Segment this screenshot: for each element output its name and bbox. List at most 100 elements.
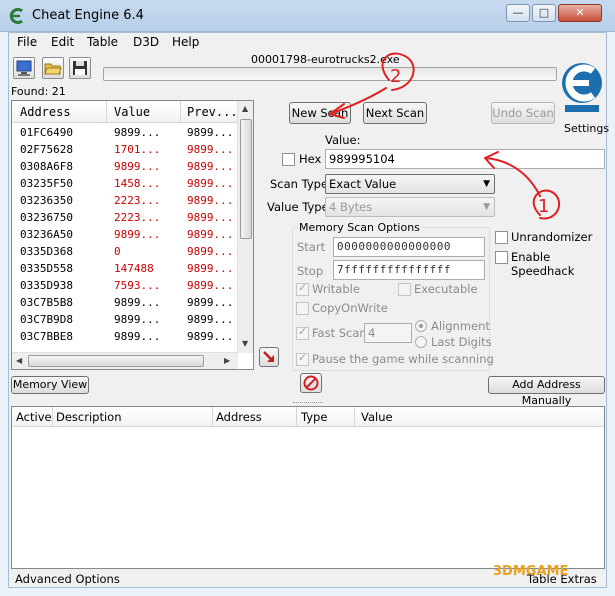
result-row[interactable]: 03236350 2223... 9899... [12,193,238,210]
result-value: 9899... [114,330,161,343]
undo-scan-button[interactable]: Undo Scan [491,102,555,124]
address-list[interactable]: Active Description Address Type Value [11,406,605,569]
add-to-list-button[interactable] [259,347,279,367]
executable-label: Executable [414,282,478,296]
result-address: 03C7B5B8 [20,296,73,309]
value-type-select[interactable]: 4 Bytes ▼ [325,197,495,217]
column-type[interactable]: Type [301,410,327,424]
result-value: 7593... [114,279,161,292]
maximize-button[interactable]: □ [532,4,556,22]
result-address: 0335D558 [20,262,73,275]
scroll-thumb[interactable] [240,119,252,239]
title-bar[interactable]: Cheat Engine 6.4 — □ ✕ [0,0,615,32]
result-value: 1701... [114,143,161,156]
advanced-options-link[interactable]: Advanced Options [15,572,120,586]
value-type-label: Value Type [267,200,329,214]
result-row[interactable]: 01FC6490 9899... 9899... [12,125,238,142]
scan-type-select[interactable]: Exact Value ▼ [325,174,495,194]
fast-scan-alignment-input[interactable]: 4 [364,323,412,343]
copy-on-write-checkbox[interactable] [296,302,309,315]
scroll-up-icon[interactable]: ▲ [242,104,248,113]
menu-table[interactable]: Table [87,35,118,49]
result-row[interactable]: 03C7BBE8 9899... 9899... [12,329,238,346]
column-description[interactable]: Description [56,410,122,424]
speedhack-checkbox[interactable] [495,251,508,264]
stop-icon [303,375,319,391]
result-previous: 9899... [187,160,234,173]
scroll-left-icon[interactable]: ◀ [16,356,22,365]
scroll-right-icon[interactable]: ▶ [224,356,230,365]
chevron-down-icon: ▼ [483,202,490,212]
result-previous: 9899... [187,279,234,292]
result-previous: 9899... [187,330,234,343]
result-address: 03C7BBE8 [20,330,73,343]
close-button[interactable]: ✕ [558,4,602,22]
cheat-engine-logo[interactable] [557,55,607,115]
result-row[interactable]: 03235F50 1458... 9899... [12,176,238,193]
scan-results-list[interactable]: Address Value Prev... 01FC6490 9899... 989… [11,100,254,370]
scan-type-value: Exact Value [329,177,397,191]
results-horizontal-scrollbar[interactable]: ◀ ▶ [12,352,238,369]
menu-edit[interactable]: Edit [51,35,74,49]
fast-scan-checkbox[interactable] [296,325,309,340]
column-value[interactable]: Value [114,105,150,119]
minimize-button[interactable]: — [506,4,530,22]
column-active[interactable]: Active [16,410,52,424]
hex-checkbox[interactable] [282,153,295,166]
select-process-button[interactable] [13,57,35,79]
value-label: Value: [325,133,361,147]
unrandomizer-checkbox[interactable] [495,231,508,244]
scan-value-input[interactable]: 989995104 [325,149,605,169]
alignment-radio[interactable] [415,320,427,332]
chevron-down-icon: ▼ [483,179,490,189]
result-address: 03C7B9D8 [20,313,73,326]
result-row[interactable]: 0335D368 0 9899... [12,244,238,261]
save-button[interactable] [69,57,91,79]
writable-checkbox[interactable] [296,281,309,296]
executable-checkbox[interactable] [398,283,411,296]
result-row[interactable]: 0308A6F8 9899... 9899... [12,159,238,176]
menu-d3d[interactable]: D3D [133,35,159,49]
add-address-manually-button[interactable]: Add Address Manually [488,376,605,407]
result-row[interactable]: 03236A50 9899... 9899... [12,227,238,244]
result-row[interactable]: 03C7B9D8 9899... 9899... [12,312,238,329]
hscroll-thumb[interactable] [28,355,204,367]
memory-scan-options-title: Memory Scan Options [297,221,422,234]
menu-help[interactable]: Help [172,35,199,49]
stop-address-input[interactable]: 7fffffffffffffff [333,260,485,280]
results-vertical-scrollbar[interactable]: ▲ ▼ [237,101,253,353]
memory-view-button[interactable]: Memory View [11,376,89,394]
result-previous: 9899... [187,313,234,326]
settings-link[interactable]: Settings [564,122,609,135]
speedhack-label: Enable Speedhack [511,250,575,278]
result-row[interactable]: 0335D558 147488 9899... [12,261,238,278]
column-address[interactable]: Address [20,105,71,119]
column-previous[interactable]: Prev... [187,105,238,119]
start-address-input[interactable]: 0000000000000000 [333,237,485,257]
result-row[interactable]: 0335D938 7593... 9899... [12,278,238,295]
result-row[interactable]: 02F75628 1701... 9899... [12,142,238,159]
menu-file[interactable]: File [17,35,37,49]
result-previous: 9899... [187,211,234,224]
last-digits-radio[interactable] [415,336,427,348]
result-value: 9899... [114,160,161,173]
new-scan-button[interactable]: New Scan [289,102,351,124]
result-address: 03236A50 [20,228,73,241]
window-title: Cheat Engine 6.4 [32,8,144,23]
result-row[interactable]: 03C7B5B8 9899... 9899... [12,295,238,312]
value-type-value: 4 Bytes [329,200,373,214]
column-value[interactable]: Value [361,410,393,424]
copy-on-write-label: CopyOnWrite [312,301,388,315]
result-previous: 9899... [187,143,234,156]
stop-scan-button[interactable] [300,373,322,393]
result-value: 9899... [114,296,161,309]
pause-game-label: Pause the game while scanning [312,352,494,366]
column-address[interactable]: Address [216,410,262,424]
pause-game-checkbox[interactable] [296,351,309,366]
next-scan-button[interactable]: Next Scan [363,102,427,124]
result-row[interactable]: 03236750 2223... 9899... [12,210,238,227]
last-digits-label: Last Digits [431,335,492,349]
result-value: 0 [114,245,121,258]
scroll-down-icon[interactable]: ▼ [242,339,248,348]
open-file-button[interactable] [42,57,64,79]
